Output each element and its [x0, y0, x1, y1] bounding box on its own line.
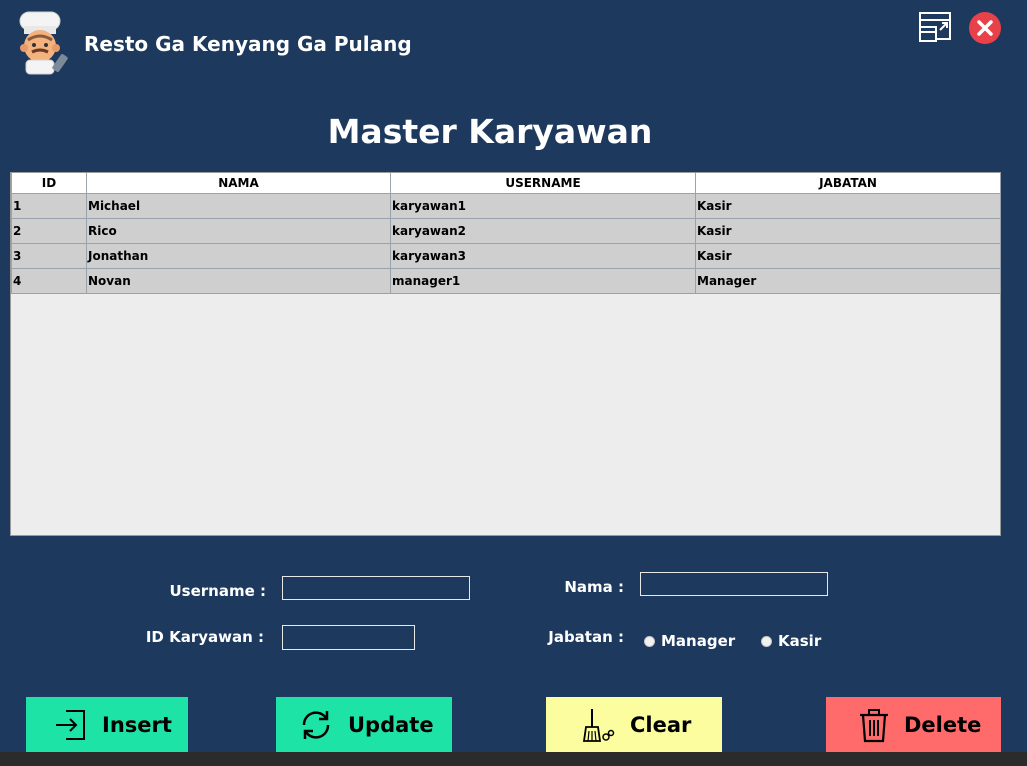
column-header-nama[interactable]: NAMA	[86, 173, 391, 194]
cell-id[interactable]: 4	[11, 267, 87, 294]
radio-button-icon[interactable]	[761, 635, 772, 647]
update-label: Update	[348, 713, 434, 737]
cell-jabatan[interactable]: Kasir	[695, 242, 1001, 269]
cell-id[interactable]: 3	[11, 242, 87, 269]
cell-id[interactable]: 2	[11, 217, 87, 244]
page-title: Master Karyawan	[327, 112, 653, 151]
cell-jabatan[interactable]: Kasir	[695, 217, 1001, 244]
refresh-icon	[302, 711, 330, 739]
cell-username[interactable]: karyawan1	[390, 192, 696, 219]
column-header-username[interactable]: USERNAME	[390, 173, 696, 194]
table-row[interactable]: 2 Rico karyawan2 Kasir	[11, 217, 1001, 244]
table-header-row: ID NAMA USERNAME JABATAN	[11, 173, 1001, 194]
cell-username[interactable]: karyawan3	[390, 242, 696, 269]
cell-username[interactable]: karyawan2	[390, 217, 696, 244]
cell-nama[interactable]: Michael	[86, 192, 391, 219]
clear-label: Clear	[630, 713, 692, 737]
id-karyawan-input[interactable]	[282, 625, 415, 650]
nama-label: Nama :	[564, 578, 624, 596]
table-row[interactable]: 4 Novan manager1 Manager	[11, 267, 1001, 294]
login-arrow-icon	[56, 710, 85, 740]
cell-id[interactable]: 1	[11, 192, 87, 219]
table-row[interactable]: 1 Michael karyawan1 Kasir	[11, 192, 1001, 219]
cell-username[interactable]: manager1	[390, 267, 696, 294]
delete-label: Delete	[904, 713, 982, 737]
radio-kasir-label: Kasir	[778, 632, 822, 650]
desktop-strip	[0, 752, 1027, 766]
chef-icon	[19, 11, 68, 75]
nama-input[interactable]	[640, 572, 828, 596]
app-window: Resto Ga Kenyang Ga Pulang Master Karyaw…	[0, 0, 1027, 753]
table-row[interactable]: 3 Jonathan karyawan3 Kasir	[11, 242, 1001, 269]
trash-icon	[860, 709, 888, 743]
clear-button[interactable]: Clear	[546, 697, 722, 753]
insert-label: Insert	[102, 713, 172, 737]
cell-jabatan[interactable]: Kasir	[695, 192, 1001, 219]
column-header-jabatan[interactable]: JABATAN	[695, 173, 1001, 194]
cell-nama[interactable]: Novan	[86, 267, 391, 294]
radio-manager[interactable]: Manager	[644, 632, 735, 650]
app-title: Resto Ga Kenyang Ga Pulang	[84, 32, 412, 56]
employee-table[interactable]: ID NAMA USERNAME JABATAN 1 Michael karya…	[10, 172, 1001, 536]
delete-button[interactable]: Delete	[826, 697, 1001, 753]
radio-kasir[interactable]: Kasir	[761, 632, 821, 650]
username-input[interactable]	[282, 576, 470, 600]
radio-button-icon[interactable]	[644, 635, 655, 647]
radio-manager-label: Manager	[661, 632, 736, 650]
close-circle-icon[interactable]	[968, 11, 1002, 45]
restore-window-icon[interactable]	[918, 12, 952, 44]
cell-jabatan[interactable]: Manager	[695, 267, 1001, 294]
column-header-id[interactable]: ID	[11, 173, 87, 194]
jabatan-label: Jabatan :	[548, 628, 624, 646]
username-label: Username :	[169, 582, 266, 600]
update-button[interactable]: Update	[276, 697, 452, 753]
broom-icon	[582, 709, 615, 742]
cell-nama[interactable]: Jonathan	[86, 242, 391, 269]
id-karyawan-label: ID Karyawan :	[145, 628, 264, 646]
cell-nama[interactable]: Rico	[86, 217, 391, 244]
insert-button[interactable]: Insert	[26, 697, 188, 753]
